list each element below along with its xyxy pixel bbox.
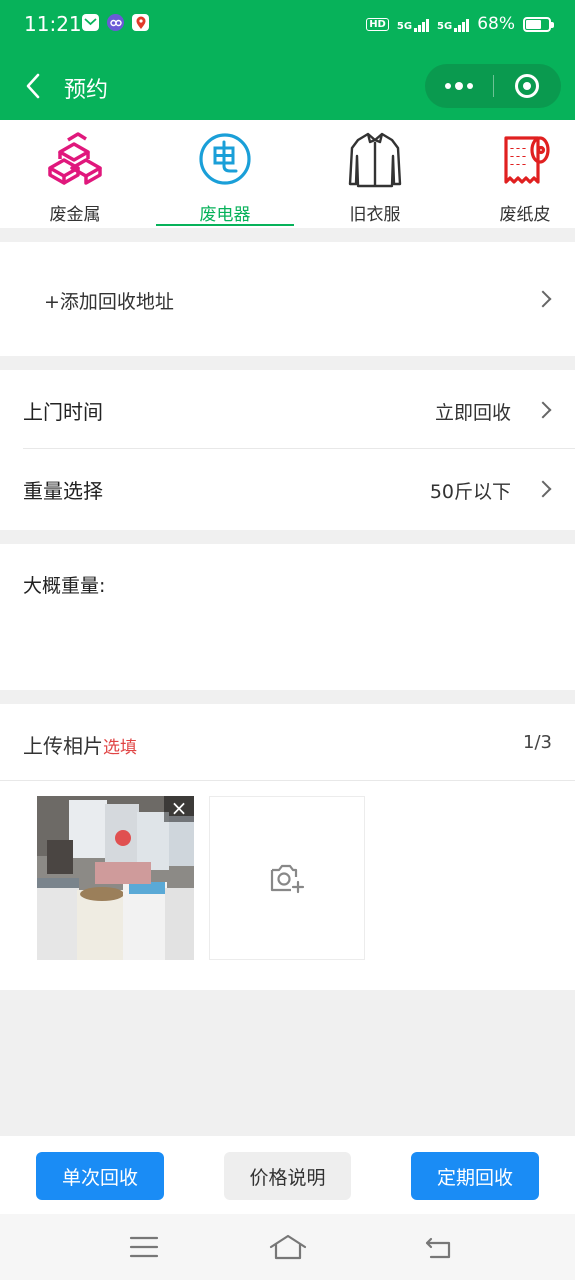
tab-scrap-electronics[interactable]: 废电器 bbox=[155, 120, 295, 228]
upload-label: 上传相片选填 bbox=[23, 734, 137, 758]
options-card: 上门时间 立即回收 重量选择 50斤以下 bbox=[0, 370, 575, 530]
bottom-action-bar: 单次回收 价格说明 定期回收 bbox=[0, 1136, 575, 1214]
chevron-left-icon bbox=[26, 73, 40, 99]
metal-bars-icon bbox=[48, 132, 102, 185]
home-button[interactable] bbox=[268, 1232, 308, 1262]
hd-badge: HD bbox=[366, 17, 389, 31]
price-info-button[interactable]: 价格说明 bbox=[224, 1152, 351, 1200]
visit-time-label: 上门时间 bbox=[23, 400, 103, 424]
visit-time-value: 立即回收 bbox=[434, 402, 511, 424]
battery-icon bbox=[523, 16, 554, 32]
home-icon bbox=[269, 1234, 307, 1260]
optional-tag: 选填 bbox=[103, 738, 137, 758]
add-address-label: +添加回收地址 bbox=[44, 291, 174, 313]
tab-label: 废纸皮 bbox=[499, 205, 551, 225]
shirt-icon bbox=[348, 132, 402, 188]
add-address-row[interactable]: +添加回收地址 bbox=[0, 242, 575, 356]
remove-photo-button[interactable]: × bbox=[164, 796, 194, 822]
tab-label: 废金属 bbox=[49, 205, 101, 225]
weight-select-value: 50斤以下 bbox=[429, 481, 511, 503]
back-system-button[interactable] bbox=[420, 1232, 456, 1262]
chevron-right-icon bbox=[534, 290, 552, 308]
mail-notification-icon bbox=[82, 14, 99, 31]
tab-old-clothes[interactable]: 旧衣服 bbox=[305, 120, 445, 228]
visit-time-row[interactable]: 上门时间 立即回收 bbox=[0, 370, 575, 448]
active-tab-indicator bbox=[156, 224, 294, 226]
signal-bars-icon bbox=[414, 16, 430, 32]
tab-label: 废电器 bbox=[199, 205, 251, 225]
miniprogram-capsule bbox=[425, 64, 561, 108]
tab-scrap-metal[interactable]: 废金属 bbox=[5, 120, 145, 228]
weight-select-row[interactable]: 重量选择 50斤以下 bbox=[0, 449, 575, 529]
weight-select-label: 重量选择 bbox=[23, 479, 103, 503]
uploaded-photo-thumbnail[interactable]: × bbox=[37, 796, 194, 960]
page-title: 预约 bbox=[64, 78, 109, 103]
approx-weight-card[interactable]: 大概重量: bbox=[0, 544, 575, 690]
menu-icon bbox=[129, 1236, 159, 1258]
more-button[interactable] bbox=[425, 64, 493, 108]
battery-percent: 68% bbox=[477, 14, 515, 34]
system-navigation-bar bbox=[0, 1214, 575, 1280]
return-icon bbox=[425, 1237, 451, 1259]
back-button[interactable] bbox=[18, 70, 48, 102]
menu-button[interactable] bbox=[126, 1232, 162, 1262]
close-miniprogram-button[interactable] bbox=[494, 64, 562, 108]
upload-count: 1/3 bbox=[523, 732, 552, 753]
signal-5g-1: 5G bbox=[397, 16, 430, 32]
single-recycle-button[interactable]: 单次回收 bbox=[36, 1152, 164, 1200]
approx-weight-label: 大概重量: bbox=[23, 575, 106, 597]
add-photo-button[interactable] bbox=[209, 796, 365, 960]
notification-icons bbox=[82, 14, 149, 31]
tab-label: 旧衣服 bbox=[349, 205, 401, 225]
electric-circle-icon bbox=[199, 133, 251, 185]
upload-photo-card: 上传相片选填 1/3 × bbox=[0, 704, 575, 990]
camera-add-icon bbox=[270, 864, 305, 894]
target-ring-icon bbox=[515, 74, 540, 98]
map-notification-icon bbox=[132, 14, 149, 31]
app-notification-icon bbox=[107, 14, 124, 31]
category-tabs: 废金属 废电器 旧衣服 废纸皮 bbox=[0, 120, 575, 228]
signal-bars-icon bbox=[454, 16, 470, 32]
more-dots-icon bbox=[444, 81, 473, 90]
signal-5g-2: 5G bbox=[437, 16, 470, 32]
status-bar: 11:21 HD 5G 5G 68% bbox=[0, 0, 575, 52]
regular-recycle-button[interactable]: 定期回收 bbox=[411, 1152, 539, 1200]
tab-cardboard[interactable]: 废纸皮 bbox=[455, 120, 575, 228]
nav-bar: 预约 bbox=[0, 52, 575, 120]
status-right: HD 5G 5G 68% bbox=[366, 14, 554, 34]
chevron-right-icon bbox=[534, 401, 552, 419]
chevron-right-icon bbox=[534, 480, 552, 498]
status-time: 11:21 bbox=[24, 12, 82, 36]
paper-roll-icon bbox=[504, 136, 550, 184]
